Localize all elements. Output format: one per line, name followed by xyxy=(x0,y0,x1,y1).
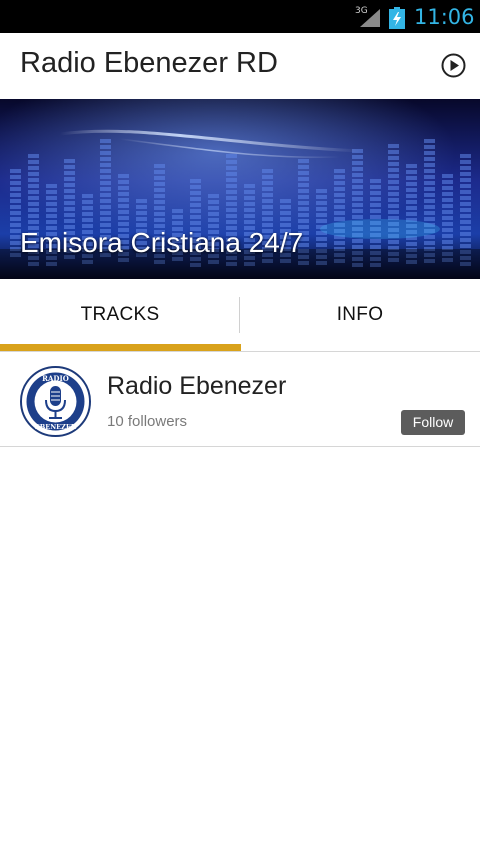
signal-icon xyxy=(360,9,380,27)
tab-info[interactable]: INFO xyxy=(240,279,480,351)
profile-name: Radio Ebenezer xyxy=(107,372,287,400)
follower-count: 10 followers xyxy=(107,413,188,430)
play-circle-icon[interactable] xyxy=(441,53,466,78)
avatar: RADIO EBENEZER xyxy=(20,366,91,437)
tab-info-label: INFO xyxy=(336,304,384,325)
app-title: Radio Ebenezer RD xyxy=(20,47,278,79)
avatar-text-top: RADIO xyxy=(42,374,69,383)
battery-charging-icon xyxy=(389,7,405,29)
profile-row[interactable]: RADIO EBENEZER Radio Ebenezer 10 followe… xyxy=(0,352,480,447)
tab-tracks-label: TRACKS xyxy=(80,304,160,325)
tab-bar: TRACKS INFO xyxy=(0,279,480,352)
follow-button[interactable]: Follow xyxy=(401,410,465,435)
status-bar: 3G 11:06 xyxy=(0,0,480,33)
hero-caption: Emisora Cristiana 24/7 xyxy=(20,227,304,258)
avatar-text-bottom: EBENEZER xyxy=(35,423,77,431)
hero-banner: Emisora Cristiana 24/7 xyxy=(0,99,480,279)
tab-selected-indicator xyxy=(0,344,241,351)
status-clock: 11:06 xyxy=(414,5,475,29)
tab-tracks[interactable]: TRACKS xyxy=(0,279,240,351)
app-bar: Radio Ebenezer RD xyxy=(0,33,480,99)
